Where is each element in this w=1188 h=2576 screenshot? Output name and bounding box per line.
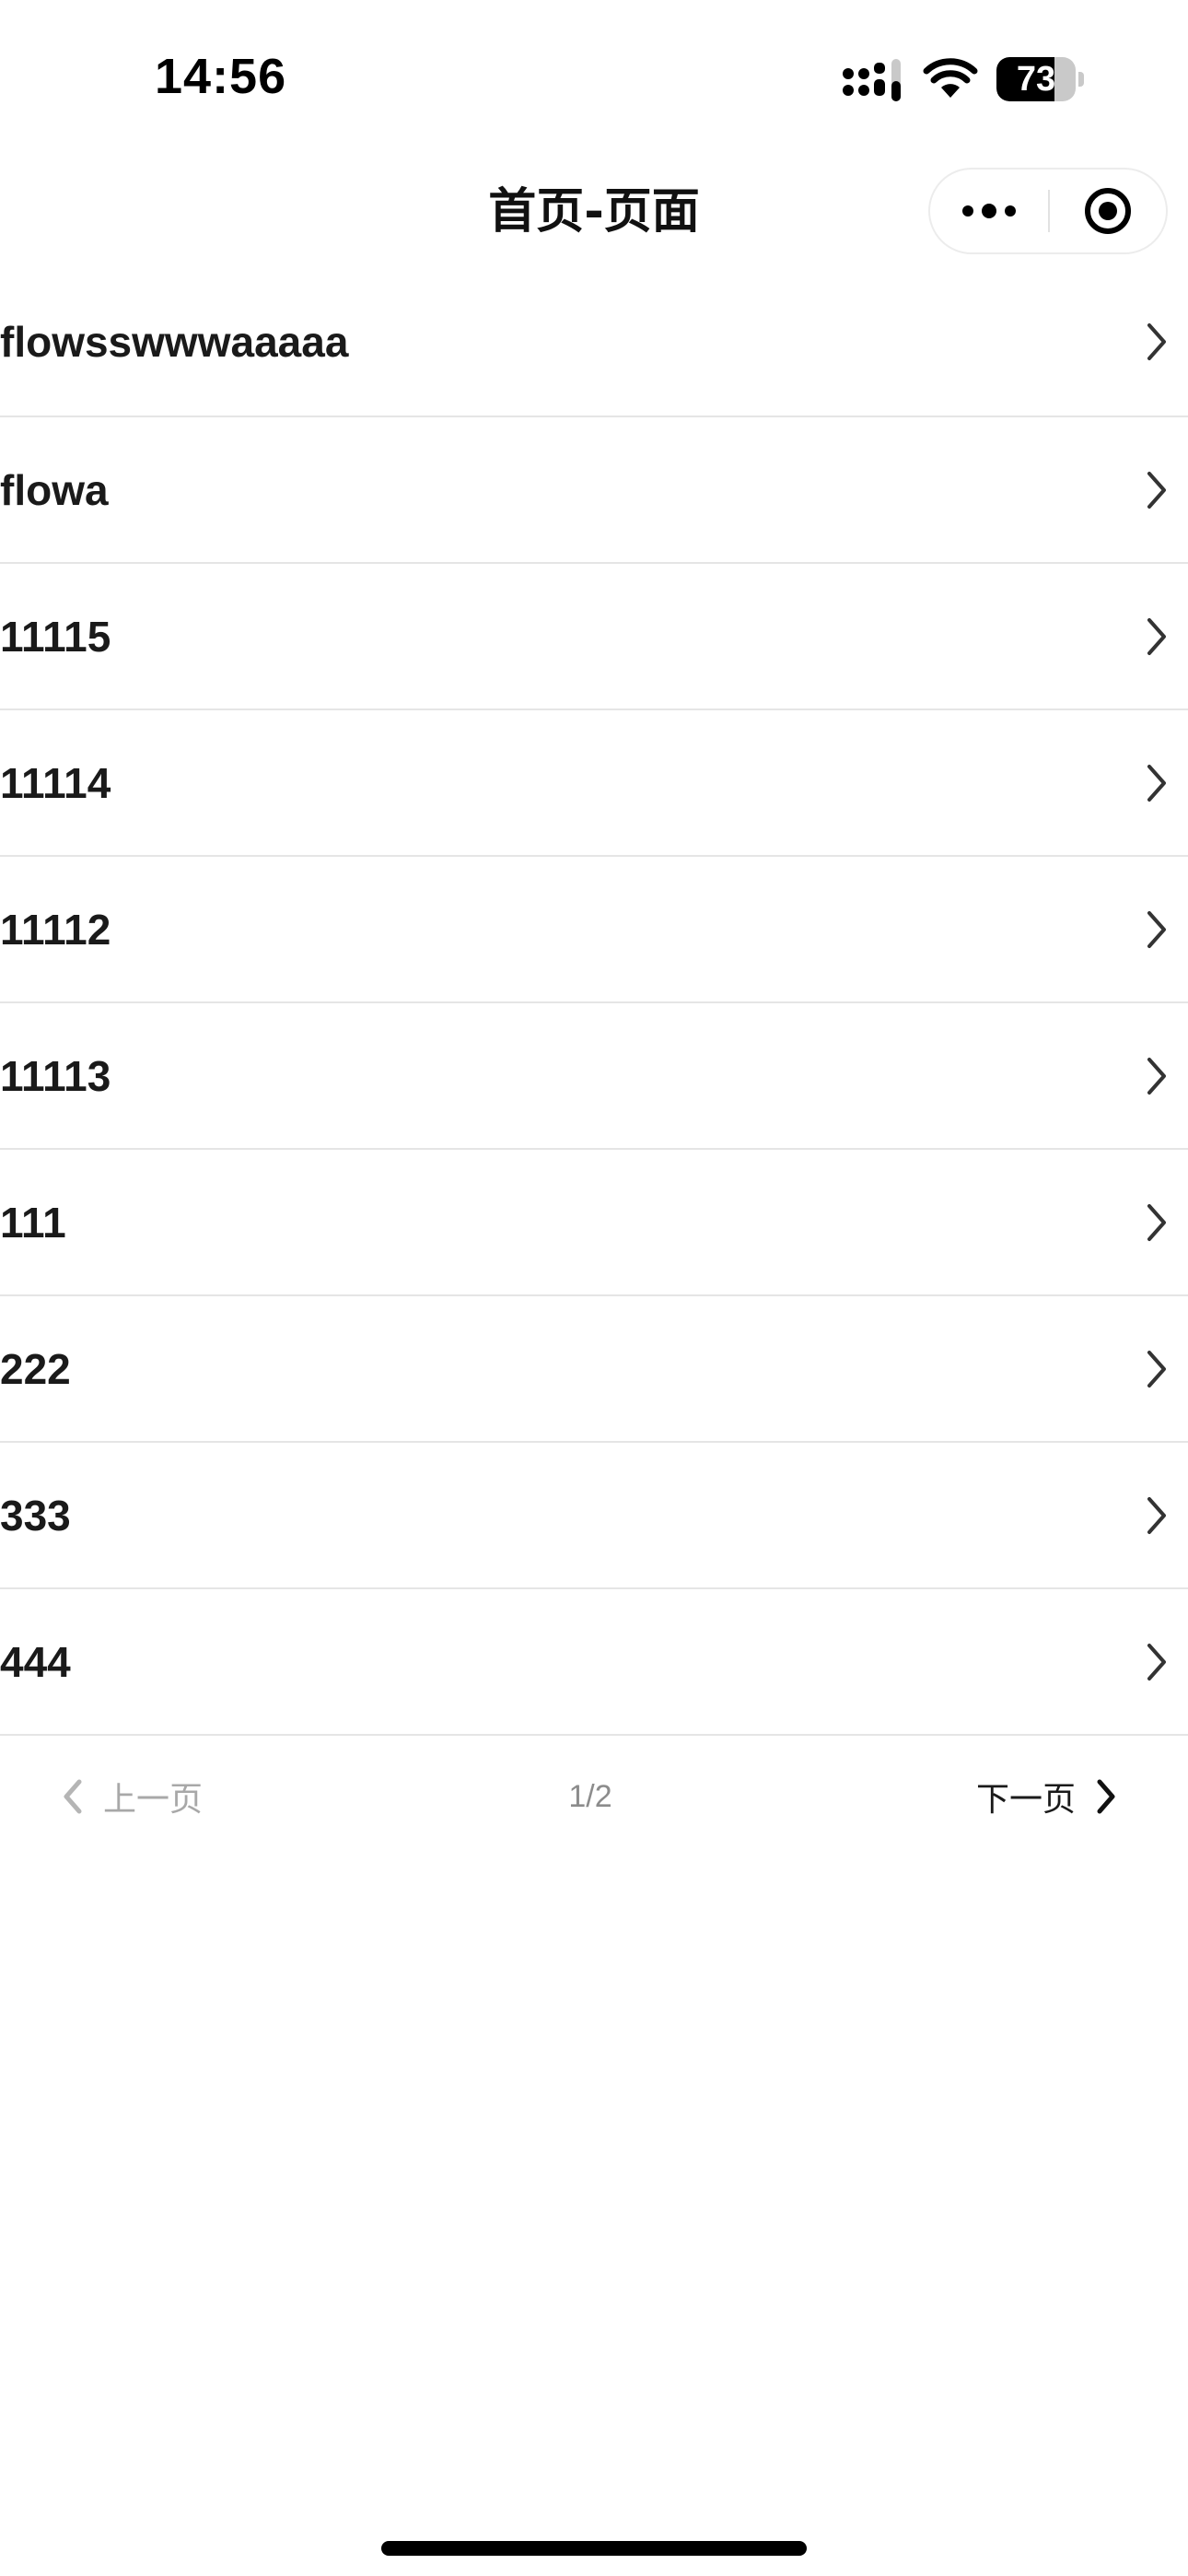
next-page-button[interactable]: 下一页 [976, 1769, 1118, 1824]
list-item[interactable]: flowa [0, 417, 1188, 564]
close-mini-program-button[interactable] [1050, 170, 1166, 252]
cellular-signal-icon [843, 59, 901, 101]
target-circle-icon [1085, 188, 1131, 234]
mini-program-capsule [928, 168, 1168, 254]
chevron-right-icon [1147, 1496, 1166, 1534]
chevron-right-icon [1147, 764, 1166, 802]
list-item-label: flowsswwwaaaaa [0, 317, 349, 366]
status-bar: 14:56 73 [0, 0, 1188, 157]
more-dots-icon [962, 204, 1016, 218]
list-item[interactable]: 11115 [0, 564, 1188, 710]
chevron-right-icon [1147, 1057, 1166, 1095]
battery-level: 73 [1016, 60, 1056, 99]
list-item-label: 11113 [0, 1051, 111, 1100]
list-item-label: 11114 [0, 758, 111, 807]
list-item[interactable]: 111 [0, 1150, 1188, 1296]
chevron-right-icon [1147, 617, 1166, 655]
home-indicator [381, 2541, 807, 2556]
page-list: flowsswwwaaaaa flowa 11115 11114 11112 1… [0, 267, 1188, 1736]
list-item[interactable]: 222 [0, 1296, 1188, 1443]
list-item-label: 222 [0, 1344, 71, 1393]
chevron-right-icon [1147, 322, 1166, 360]
list-item-label: 333 [0, 1491, 71, 1540]
more-button[interactable] [930, 170, 1048, 252]
chevron-right-icon [1147, 1643, 1166, 1680]
chevron-right-icon [1147, 1350, 1166, 1388]
wifi-icon [923, 58, 978, 98]
list-item-label: 11112 [0, 905, 111, 954]
list-item[interactable]: 11112 [0, 857, 1188, 1003]
list-item-label: 444 [0, 1637, 71, 1686]
list-item-label: flowa [0, 465, 109, 514]
list-item[interactable]: 11113 [0, 1003, 1188, 1150]
list-item[interactable]: 11114 [0, 710, 1188, 857]
list-item[interactable]: flowsswwwaaaaa [0, 267, 1188, 417]
status-time: 14:56 [155, 49, 287, 104]
list-item-label: 11115 [0, 612, 111, 661]
list-item[interactable]: 333 [0, 1443, 1188, 1589]
pagination: 上一页 1/2 下一页 [0, 1751, 1188, 1843]
chevron-right-icon [1147, 471, 1166, 509]
next-page-label: 下一页 [975, 1781, 1076, 1819]
nav-bar: 首页-页面 [0, 157, 1188, 267]
list-item[interactable]: 444 [0, 1589, 1188, 1736]
chevron-right-icon [1147, 1203, 1166, 1241]
chevron-right-icon [1147, 910, 1166, 948]
list-item-label: 111 [0, 1198, 66, 1247]
chevron-right-icon [1097, 1779, 1115, 1814]
battery-icon: 73 [996, 57, 1085, 101]
